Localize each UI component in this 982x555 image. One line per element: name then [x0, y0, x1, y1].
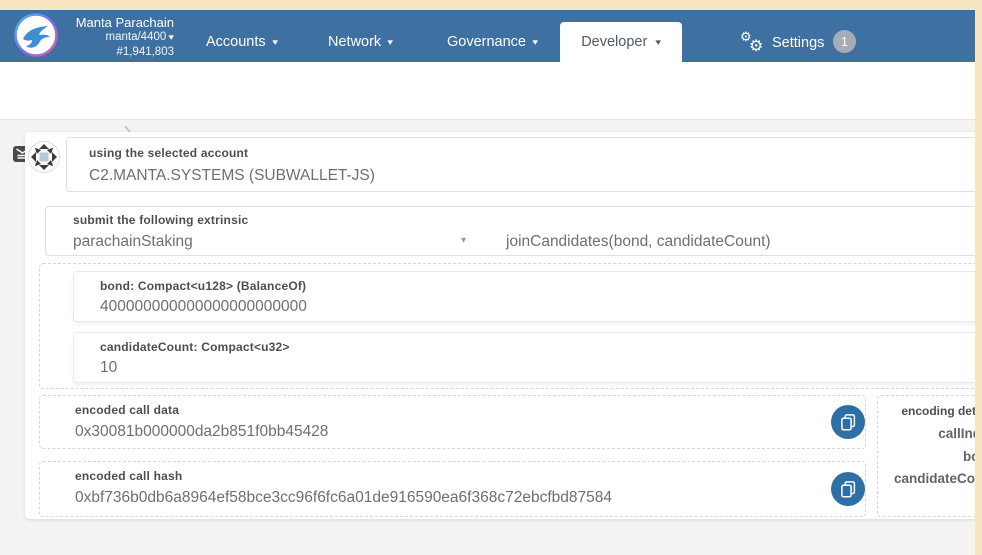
- chain-spec: manta/4400: [105, 31, 167, 43]
- param-input-candidate-count[interactable]: candidateCount: Compact<u32> 10: [73, 332, 982, 383]
- encoded-call-data-label: encoded call data: [75, 403, 180, 417]
- chevron-down-icon: ▾: [168, 32, 175, 42]
- param-candidate-count-value: 10: [100, 359, 118, 376]
- nav-menu-network[interactable]: Network ▾: [328, 34, 393, 52]
- account-select-label: using the selected account: [89, 146, 249, 160]
- encoding-details-candidate-count: candidateCount: [893, 471, 982, 486]
- copy-icon: [840, 413, 855, 431]
- settings-badge: 1: [833, 30, 856, 53]
- encoded-call-hash-value: 0xbf736b0db6a8964ef58bce3cc96f6fc6a01de9…: [75, 489, 612, 506]
- settings-gears-icon[interactable]: ⚙ ⚙: [740, 29, 770, 55]
- chain-selector[interactable]: Manta Parachain manta/4400 ▾ #1,941,803: [58, 15, 175, 60]
- frame-strip-right: [975, 0, 982, 555]
- param-bond-label: bond: Compact<u128> (BalanceOf): [100, 279, 307, 293]
- account-select-value: C2.MANTA.SYSTEMS (SUBWALLET-JS): [89, 167, 375, 184]
- extrinsics-submission-card: using the selected account C2.MANTA.SYST…: [25, 132, 982, 519]
- params-container: bond: Compact<u128> (BalanceOf) 40000000…: [39, 263, 982, 389]
- chevron-down-icon: ▾: [655, 36, 662, 47]
- nav-menu-governance[interactable]: Governance ▾: [447, 34, 538, 52]
- param-bond-value: 400000000000000000000000: [100, 298, 307, 315]
- encoded-call-hash-label: encoded call hash: [75, 469, 183, 483]
- encoding-details-label: encoding details: [901, 404, 982, 418]
- param-input-bond[interactable]: bond: Compact<u128> (BalanceOf) 40000000…: [73, 271, 982, 322]
- param-candidate-count-label: candidateCount: Compact<u32>: [100, 340, 290, 354]
- nav-menu-accounts[interactable]: Accounts ▾: [206, 34, 278, 52]
- chevron-down-icon: ▾: [532, 37, 539, 47]
- encoded-call-data-box: encoded call data 0x30081b000000da2b851f…: [39, 395, 866, 449]
- encoded-call-hash-box: encoded call hash 0xbf736b0db6a8964ef58b…: [39, 461, 866, 517]
- encoding-details-panel: encoding details callIndex bond candidat…: [877, 395, 982, 517]
- extrinsic-select-row: submit the following extrinsic parachain…: [45, 206, 982, 256]
- tab-bar: Extrinsics Submission Decode: [0, 62, 982, 181]
- manta-logo-icon: [14, 13, 58, 57]
- nav-menu-developer-active[interactable]: Developer ▾: [560, 22, 682, 62]
- chevron-down-icon: ▾: [272, 37, 278, 47]
- account-select[interactable]: using the selected account C2.MANTA.SYST…: [66, 137, 982, 192]
- account-identicon[interactable]: [28, 141, 60, 173]
- top-navbar: Manta Parachain manta/4400 ▾ #1,941,803 …: [0, 10, 982, 62]
- chain-best-block: #1,941,803: [116, 46, 174, 58]
- encoded-call-data-value: 0x30081b000000da2b851f0bb45428: [75, 423, 329, 440]
- chevron-down-icon[interactable]: ▾: [461, 235, 466, 246]
- extrinsic-select-label: submit the following extrinsic: [73, 213, 249, 227]
- manta-logo[interactable]: [14, 13, 58, 57]
- copy-icon: [840, 480, 855, 498]
- frame-strip-top: [0, 0, 982, 10]
- pallet-select[interactable]: parachainStaking: [73, 233, 193, 251]
- chevron-down-icon: ▾: [387, 37, 394, 47]
- copy-call-data-button[interactable]: [831, 405, 865, 439]
- nav-menu-settings[interactable]: Settings: [772, 35, 824, 51]
- method-select[interactable]: joinCandidates(bond, candidateCount): [506, 233, 771, 251]
- chain-name: Manta Parachain: [75, 15, 174, 30]
- copy-call-hash-button[interactable]: [831, 472, 865, 506]
